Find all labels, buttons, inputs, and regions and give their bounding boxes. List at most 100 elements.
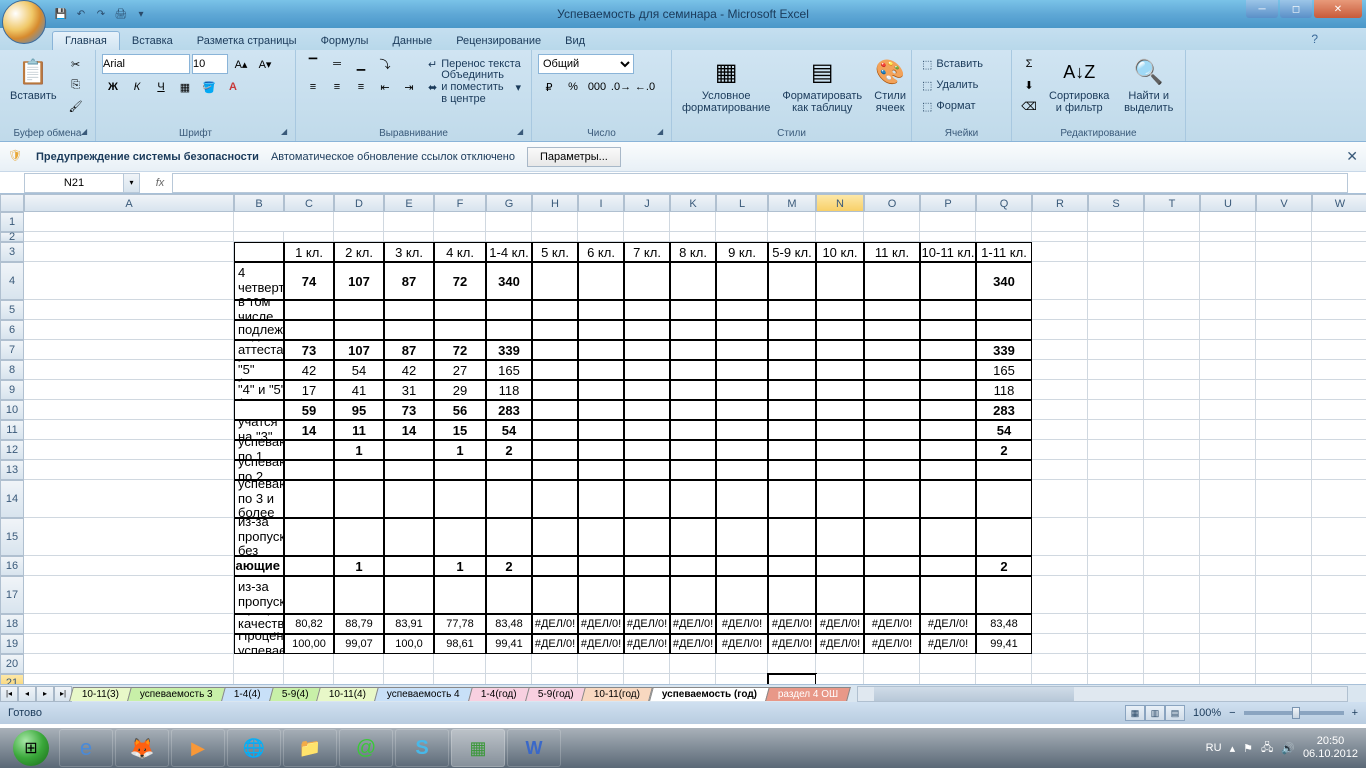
cell[interactable]: [624, 400, 670, 420]
cell[interactable]: [768, 480, 816, 518]
cell[interactable]: [716, 556, 768, 576]
taskbar-chrome[interactable]: 🌐: [227, 729, 281, 767]
cell[interactable]: [1144, 360, 1200, 380]
cell[interactable]: [816, 480, 864, 518]
taskbar-firefox[interactable]: 🦊: [115, 729, 169, 767]
cell[interactable]: [1312, 440, 1366, 460]
cell[interactable]: #ДЕЛ/0!: [532, 634, 578, 654]
cell[interactable]: [1256, 634, 1312, 654]
cell[interactable]: [816, 576, 864, 614]
cell[interactable]: #ДЕЛ/0!: [768, 634, 816, 654]
zoom-slider[interactable]: [1244, 711, 1344, 715]
cell[interactable]: 72: [434, 262, 486, 300]
col-header[interactable]: C: [284, 194, 334, 212]
sheet-tab[interactable]: успеваемость (год): [649, 687, 770, 701]
cell[interactable]: [976, 232, 1032, 242]
col-header[interactable]: B: [234, 194, 284, 212]
row-header[interactable]: 17: [0, 576, 24, 614]
cell[interactable]: [1200, 360, 1256, 380]
horizontal-scrollbar[interactable]: [857, 686, 1348, 702]
cell[interactable]: [1144, 232, 1200, 242]
zoom-out-button[interactable]: −: [1229, 707, 1235, 719]
cell[interactable]: [532, 440, 578, 460]
cell[interactable]: [768, 300, 816, 320]
sheet-tab[interactable]: успеваемость 3: [127, 687, 226, 701]
cell[interactable]: 83,91: [384, 614, 434, 634]
cell[interactable]: [864, 556, 920, 576]
sheet-tab[interactable]: раздел 4 ОШ: [765, 687, 851, 701]
cell[interactable]: 4 кл.: [434, 242, 486, 262]
cell[interactable]: [716, 674, 768, 684]
cell[interactable]: [284, 460, 334, 480]
col-header[interactable]: V: [1256, 194, 1312, 212]
row-header[interactable]: 15: [0, 518, 24, 556]
cell[interactable]: [284, 576, 334, 614]
align-right-icon[interactable]: ≡: [350, 77, 372, 97]
cell[interactable]: [1088, 400, 1144, 420]
cell[interactable]: [24, 556, 234, 576]
cell[interactable]: [234, 674, 284, 684]
cell[interactable]: [1312, 320, 1366, 340]
cell[interactable]: не успевают по 1 предмету: [234, 440, 284, 460]
cell[interactable]: [768, 654, 816, 674]
taskbar-skype[interactable]: S: [395, 729, 449, 767]
cell[interactable]: [1032, 460, 1088, 480]
cell[interactable]: [434, 518, 486, 556]
cell[interactable]: 73: [284, 340, 334, 360]
cell[interactable]: [1256, 674, 1312, 684]
cell[interactable]: [768, 576, 816, 614]
cell[interactable]: [578, 440, 624, 460]
cell[interactable]: не успевают по 2 предметам: [234, 460, 284, 480]
cell[interactable]: [768, 518, 816, 556]
cell[interactable]: [1312, 674, 1366, 684]
cell[interactable]: отличники и хорошисты: [234, 400, 284, 420]
cell[interactable]: #ДЕЛ/0!: [670, 614, 716, 634]
cell[interactable]: Всего учащихся на конец 4 четверти 2009-…: [234, 262, 284, 300]
cell[interactable]: [532, 232, 578, 242]
cell[interactable]: [1312, 420, 1366, 440]
cell[interactable]: [532, 262, 578, 300]
cell[interactable]: [670, 440, 716, 460]
cell[interactable]: [532, 420, 578, 440]
cell[interactable]: [24, 420, 234, 440]
cell[interactable]: 283: [976, 400, 1032, 420]
cell[interactable]: 72: [434, 340, 486, 360]
cell[interactable]: [624, 576, 670, 614]
tab-pagelayout[interactable]: Разметка страницы: [185, 32, 309, 50]
cell[interactable]: [1144, 654, 1200, 674]
cell[interactable]: [768, 460, 816, 480]
cell[interactable]: 31: [384, 380, 434, 400]
cell[interactable]: [1144, 556, 1200, 576]
orientation-icon[interactable]: ⤵: [374, 54, 396, 74]
sheet-tab[interactable]: 1-4(год): [468, 687, 529, 701]
cell[interactable]: [384, 576, 434, 614]
cell[interactable]: [1032, 242, 1088, 262]
cell[interactable]: [284, 518, 334, 556]
cell[interactable]: [670, 556, 716, 576]
row-header[interactable]: 19: [0, 634, 24, 654]
col-header[interactable]: S: [1088, 194, 1144, 212]
cell[interactable]: 2: [486, 556, 532, 576]
col-header[interactable]: J: [624, 194, 670, 212]
cell[interactable]: [24, 460, 234, 480]
cell[interactable]: [434, 212, 486, 232]
cell[interactable]: [976, 674, 1032, 684]
cell[interactable]: [24, 360, 234, 380]
cell[interactable]: [1312, 654, 1366, 674]
cell[interactable]: [816, 262, 864, 300]
cell[interactable]: [334, 460, 384, 480]
cell[interactable]: [816, 340, 864, 360]
col-header[interactable]: U: [1200, 194, 1256, 212]
tab-review[interactable]: Рецензирование: [444, 32, 553, 50]
cell[interactable]: [1088, 320, 1144, 340]
sheet-tab[interactable]: 5-9(год): [525, 687, 586, 701]
cell[interactable]: [1088, 556, 1144, 576]
cell[interactable]: [716, 262, 768, 300]
col-header[interactable]: N: [816, 194, 864, 212]
cell[interactable]: [1032, 480, 1088, 518]
cell[interactable]: [578, 518, 624, 556]
cell[interactable]: 42: [284, 360, 334, 380]
cell[interactable]: [1032, 440, 1088, 460]
cell[interactable]: [670, 212, 716, 232]
cell[interactable]: [384, 518, 434, 556]
